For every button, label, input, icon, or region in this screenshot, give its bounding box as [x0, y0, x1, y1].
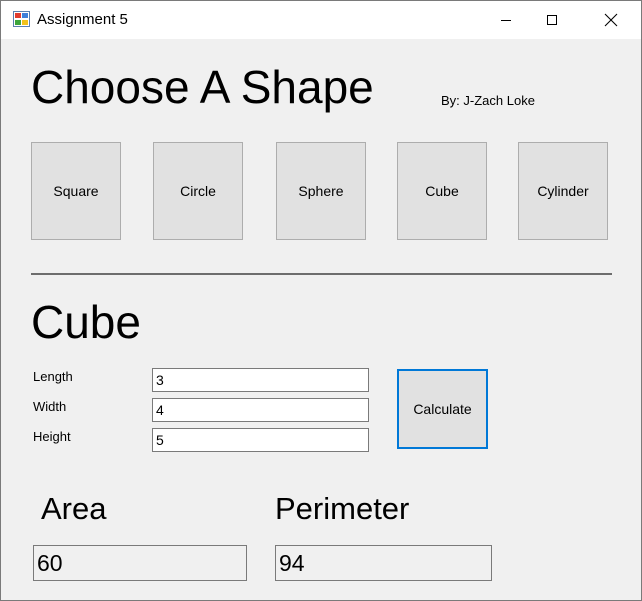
app-window: Assignment 5 Choose A Shape By: J-Zach L…	[0, 0, 642, 601]
window-title: Assignment 5	[37, 11, 128, 28]
height-input[interactable]: 5	[152, 428, 369, 452]
page-title: Choose A Shape	[31, 61, 374, 113]
calculate-button[interactable]: Calculate	[397, 369, 488, 449]
maximize-button[interactable]	[529, 1, 575, 39]
area-output[interactable]: 60	[33, 545, 247, 581]
maximize-icon	[547, 15, 557, 25]
close-button[interactable]	[588, 1, 634, 39]
close-icon	[604, 13, 618, 27]
length-label: Length	[33, 369, 73, 384]
width-label: Width	[33, 399, 67, 414]
section-title: Cube	[31, 296, 141, 348]
sphere-button[interactable]: Sphere	[276, 142, 366, 240]
cylinder-button[interactable]: Cylinder	[518, 142, 608, 240]
square-button[interactable]: Square	[31, 142, 121, 240]
perimeter-label: Perimeter	[275, 491, 410, 526]
length-input[interactable]: 3	[152, 368, 369, 392]
title-bar[interactable]: Assignment 5	[1, 1, 641, 39]
author-byline: By: J-Zach Loke	[441, 93, 535, 108]
minimize-icon	[501, 20, 511, 21]
area-label: Area	[41, 491, 107, 526]
width-input[interactable]: 4	[152, 398, 369, 422]
height-label: Height	[33, 429, 71, 444]
minimize-button[interactable]	[483, 1, 529, 39]
circle-button[interactable]: Circle	[153, 142, 243, 240]
cube-button[interactable]: Cube	[397, 142, 487, 240]
app-icon	[13, 11, 30, 27]
perimeter-output[interactable]: 94	[275, 545, 492, 581]
section-divider	[31, 273, 612, 275]
